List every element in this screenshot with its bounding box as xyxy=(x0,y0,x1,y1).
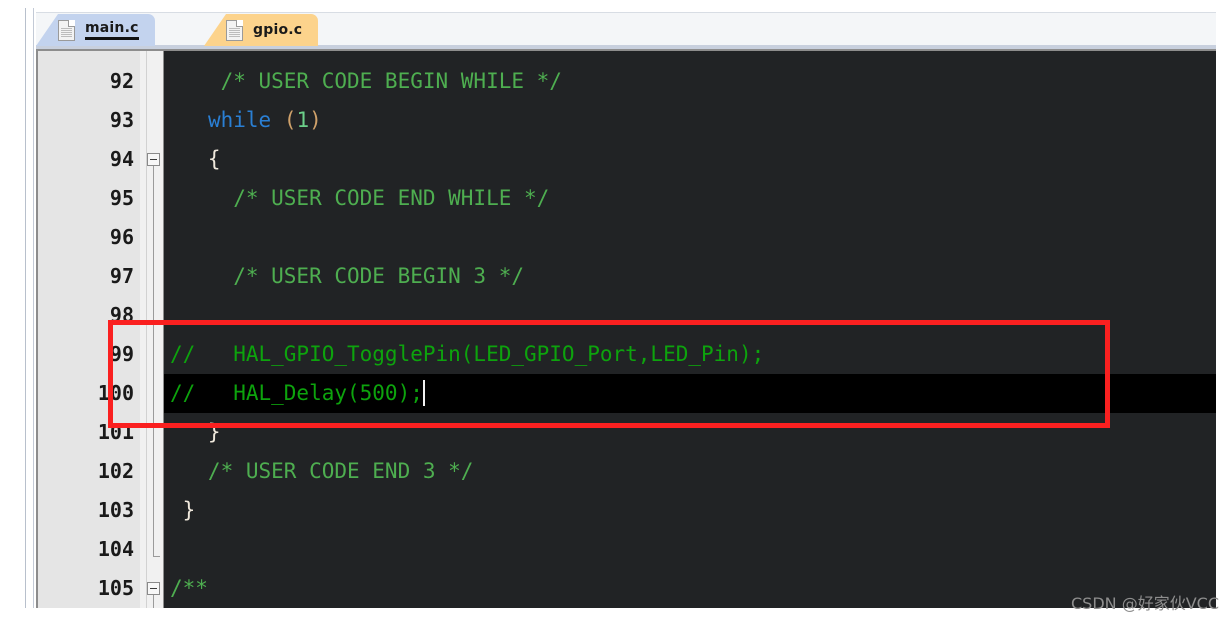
code-line-97: 97 /* USER CODE BEGIN 3 */ xyxy=(38,257,1216,296)
number-token: 1 xyxy=(296,108,310,132)
line-content[interactable]: } xyxy=(164,491,1216,530)
line-number: 100 xyxy=(97,381,134,405)
line-number: 101 xyxy=(97,420,134,444)
line-content[interactable] xyxy=(164,296,1216,335)
line-number: 103 xyxy=(97,498,134,522)
watermark-text: CSDN @好家伙VCC xyxy=(1071,594,1219,613)
comment-token: /* USER CODE BEGIN 3 */ xyxy=(170,264,525,288)
brace-token: { xyxy=(170,147,221,171)
code-line-92: 92 /* USER CODE BEGIN WHILE */ xyxy=(38,62,1216,101)
brace-token: } xyxy=(170,420,221,444)
paren-token: ( xyxy=(283,108,297,132)
code-line-101: 101 } xyxy=(38,413,1216,452)
code-line-104: 104 xyxy=(38,530,1216,569)
line-number: 105 xyxy=(97,576,134,600)
line-content[interactable]: /* USER CODE END 3 */ xyxy=(164,452,1216,491)
code-line-95: 95 /* USER CODE END WHILE */ xyxy=(38,179,1216,218)
line-number: 92 xyxy=(109,69,134,93)
code-line-100: 100 // HAL_Delay(500); xyxy=(38,374,1216,413)
fold-collapse-icon-105[interactable] xyxy=(147,582,160,595)
tab-label: main.c xyxy=(85,20,139,40)
file-icon xyxy=(58,19,75,41)
text-cursor xyxy=(422,379,425,406)
code-line-103: 103 } xyxy=(38,491,1216,530)
line-number: 96 xyxy=(109,225,134,249)
line-number: 94 xyxy=(109,147,134,171)
fold-guide-line xyxy=(153,166,154,556)
commented-code-token: // HAL_GPIO_TogglePin(LED_GPIO_Port,LED_… xyxy=(170,342,765,366)
line-content[interactable]: /* USER CODE END WHILE */ xyxy=(164,179,1216,218)
line-content[interactable]: // HAL_GPIO_TogglePin(LED_GPIO_Port,LED_… xyxy=(164,335,1216,374)
comment-token: /* USER CODE BEGIN WHILE */ xyxy=(170,69,562,93)
commented-code-token: // HAL_Delay(500); xyxy=(170,381,423,405)
tab-gpio-c[interactable]: gpio.c xyxy=(204,14,332,46)
line-content-current[interactable]: // HAL_Delay(500); xyxy=(164,374,1216,413)
line-content[interactable] xyxy=(164,218,1216,257)
tab-main-c[interactable]: main.c xyxy=(36,14,169,46)
fold-region-end-marker xyxy=(153,556,160,557)
tab-label: gpio.c xyxy=(253,22,303,38)
paren-token: ) xyxy=(309,108,322,132)
window-border-left-inner xyxy=(33,8,34,608)
line-number: 99 xyxy=(109,342,134,366)
line-content[interactable]: while (1) xyxy=(164,101,1216,140)
screenshot-root: main.c gpio.c 92 /* USER CODE BEGIN WHIL… xyxy=(0,0,1231,622)
fold-guide-line xyxy=(153,595,154,608)
code-line-98: 98 xyxy=(38,296,1216,335)
fold-collapse-icon-94[interactable] xyxy=(147,153,160,166)
code-line-96: 96 xyxy=(38,218,1216,257)
code-line-93: 93 while (1) xyxy=(38,101,1216,140)
window-border-left-outer xyxy=(25,8,26,608)
code-line-102: 102 /* USER CODE END 3 */ xyxy=(38,452,1216,491)
line-number: 95 xyxy=(109,186,134,210)
line-number: 102 xyxy=(97,459,134,483)
line-content[interactable]: /** xyxy=(164,569,1216,608)
comment-token: /* USER CODE END WHILE */ xyxy=(170,186,550,210)
file-icon xyxy=(226,19,243,41)
code-line-105: 105 /** xyxy=(38,569,1216,608)
tab-slant-edge xyxy=(36,14,58,46)
code-line-99: 99 // HAL_GPIO_TogglePin(LED_GPIO_Port,L… xyxy=(38,335,1216,374)
line-content[interactable]: /* USER CODE BEGIN WHILE */ xyxy=(164,62,1216,101)
comment-token: /** xyxy=(170,576,208,600)
line-content[interactable]: /* USER CODE BEGIN 3 */ xyxy=(164,257,1216,296)
line-number: 98 xyxy=(109,303,134,327)
tab-slant-edge xyxy=(204,14,226,46)
brace-token: } xyxy=(170,498,196,522)
line-number: 93 xyxy=(109,108,134,132)
keyword-token: while xyxy=(207,108,272,132)
line-content[interactable]: { xyxy=(164,140,1216,179)
comment-token: /* USER CODE END 3 */ xyxy=(170,459,474,483)
code-editor[interactable]: 92 /* USER CODE BEGIN WHILE */ 93 while … xyxy=(36,49,1216,608)
line-number: 97 xyxy=(109,264,134,288)
code-line-94: 94 { xyxy=(38,140,1216,179)
line-content[interactable] xyxy=(164,530,1216,569)
line-number: 104 xyxy=(97,537,134,561)
line-content[interactable]: } xyxy=(164,413,1216,452)
